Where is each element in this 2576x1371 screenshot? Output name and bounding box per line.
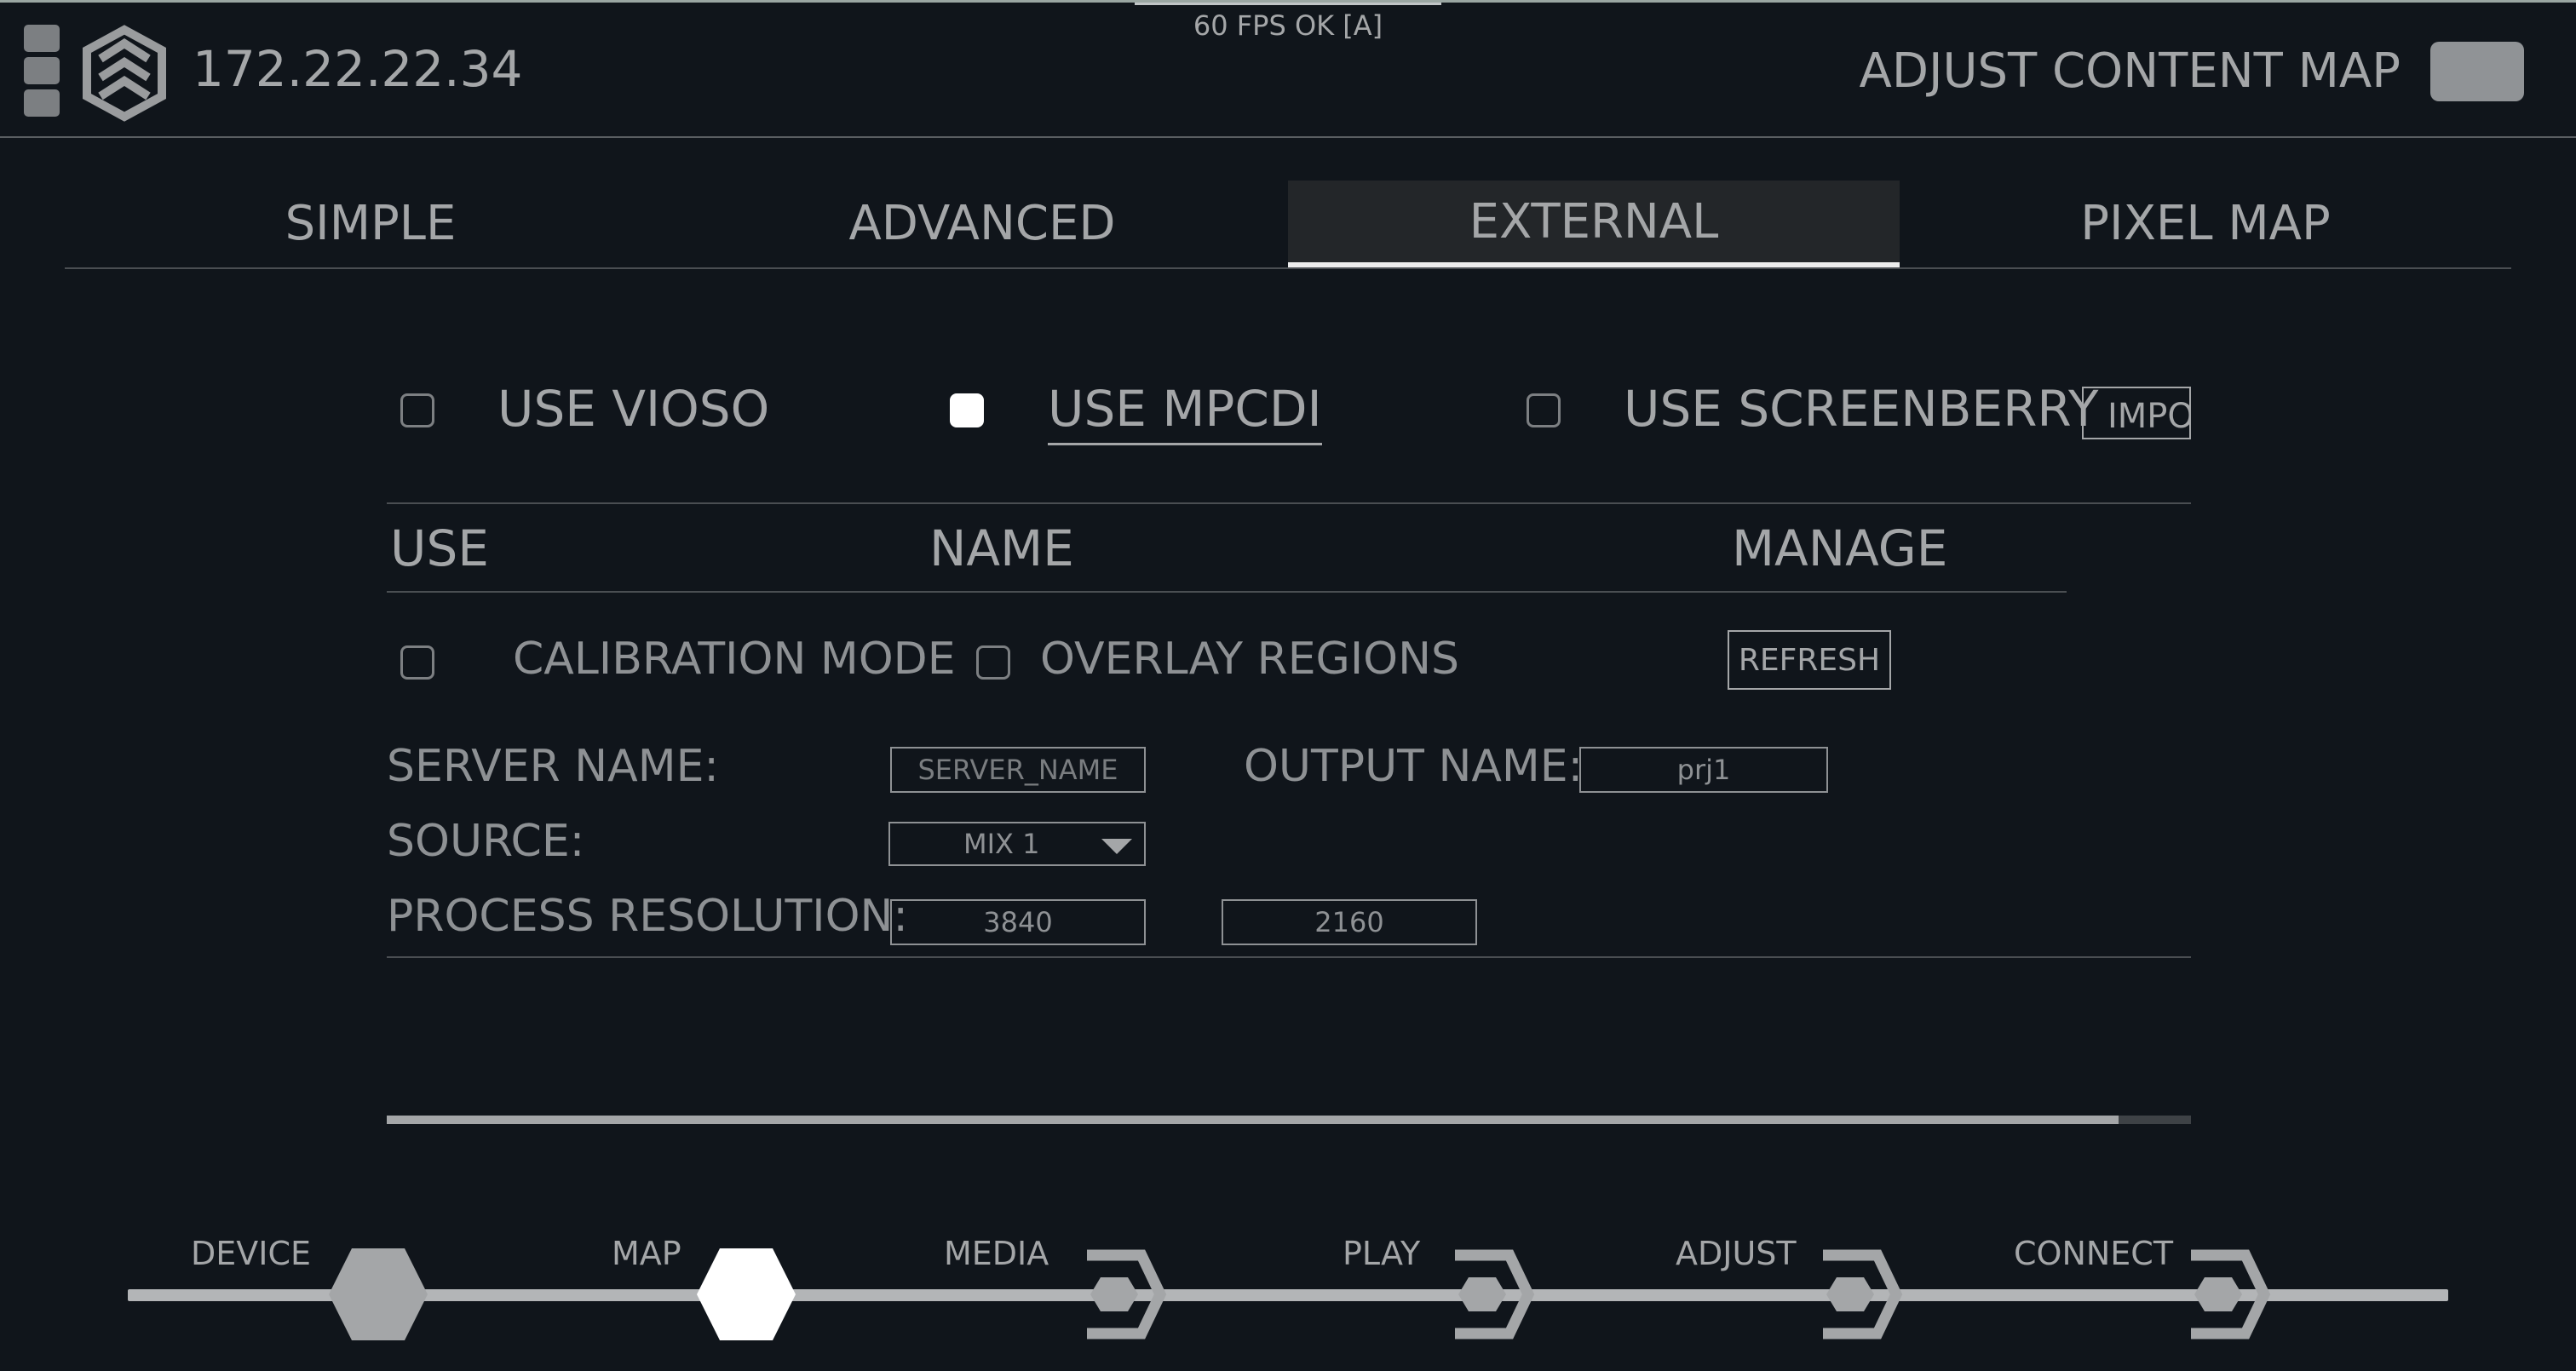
adjust-content-map-label: ADJUST CONTENT MAP bbox=[1859, 43, 2401, 99]
menu-icon[interactable] bbox=[24, 25, 60, 52]
workflow-label-media: MEDIA bbox=[944, 1235, 1049, 1272]
connect-hex-icon[interactable] bbox=[2167, 1245, 2273, 1344]
workflow-line bbox=[128, 1289, 2448, 1301]
output-name-label: OUTPUT NAME: bbox=[1244, 741, 1584, 792]
column-header-name: NAME bbox=[929, 519, 1074, 577]
map-hex-icon[interactable] bbox=[693, 1245, 799, 1344]
tab-advanced[interactable]: ADVANCED bbox=[676, 181, 1288, 266]
import-button[interactable]: IMPORT bbox=[2082, 387, 2191, 439]
logo-icon bbox=[83, 25, 166, 122]
media-hex-icon[interactable] bbox=[1063, 1245, 1169, 1344]
server-name-label: SERVER NAME: bbox=[387, 741, 719, 792]
overlay-regions-label: OVERLAY REGIONS bbox=[1040, 634, 1460, 685]
resolution-width-input[interactable]: 3840 bbox=[890, 899, 1146, 945]
progress-bar-fill bbox=[387, 1116, 2119, 1124]
use-screenberry-label: USE SCREENBERRY bbox=[1624, 380, 2099, 438]
column-header-use: USE bbox=[390, 519, 489, 577]
use-screenberry-checkbox[interactable] bbox=[1527, 393, 1561, 427]
adjust-hex-icon[interactable] bbox=[1799, 1245, 1905, 1344]
top-bar: 60 FPS OK [A] 172.22.22.34 ADJUST CONTEN… bbox=[0, 0, 2576, 138]
play-hex-icon[interactable] bbox=[1431, 1245, 1537, 1344]
source-label: SOURCE: bbox=[387, 816, 585, 867]
workflow-label-map: MAP bbox=[612, 1235, 681, 1272]
resolution-height-input[interactable]: 2160 bbox=[1222, 899, 1477, 945]
source-select[interactable]: MIX 1 bbox=[888, 822, 1146, 866]
workflow-label-play: PLAY bbox=[1343, 1235, 1421, 1272]
workflow-label-device: DEVICE bbox=[191, 1235, 312, 1272]
progress-bar bbox=[387, 1116, 2191, 1124]
menu-icon[interactable] bbox=[24, 89, 60, 117]
tab-simple[interactable]: SIMPLE bbox=[65, 181, 676, 266]
ip-address: 172.22.22.34 bbox=[193, 40, 523, 98]
tab-pixel-map[interactable]: PIXEL MAP bbox=[1900, 181, 2511, 266]
source-value: MIX 1 bbox=[963, 828, 1040, 860]
process-resolution-label: PROCESS RESOLUTION: bbox=[387, 891, 908, 942]
server-name-input[interactable]: SERVER_NAME bbox=[890, 747, 1146, 793]
column-header-manage: MANAGE bbox=[1732, 519, 1948, 577]
divider bbox=[387, 956, 2191, 958]
refresh-button[interactable]: REFRESH bbox=[1728, 630, 1891, 690]
output-name-input[interactable]: prj1 bbox=[1579, 747, 1828, 793]
output-name-value: prj1 bbox=[1676, 754, 1731, 786]
resolution-height-value: 2160 bbox=[1314, 906, 1384, 938]
use-vioso-checkbox[interactable] bbox=[400, 393, 434, 427]
divider bbox=[387, 502, 2191, 504]
workflow-label-connect: CONNECT bbox=[2014, 1235, 2174, 1272]
calibration-mode-label: CALIBRATION MODE bbox=[513, 634, 956, 685]
fps-tab-marker bbox=[1135, 3, 1441, 8]
use-vioso-label: USE VIOSO bbox=[497, 380, 770, 438]
tab-external[interactable]: EXTERNAL bbox=[1288, 181, 1900, 267]
adjust-content-map-toggle[interactable] bbox=[2430, 42, 2524, 101]
device-hex-icon[interactable] bbox=[325, 1245, 431, 1344]
fps-status: 60 FPS OK [A] bbox=[1193, 9, 1383, 42]
server-name-placeholder: SERVER_NAME bbox=[917, 754, 1118, 786]
tab-bar: SIMPLE ADVANCED EXTERNAL PIXEL MAP bbox=[65, 181, 2511, 269]
use-mpcdi-label[interactable]: USE MPCDI bbox=[1048, 380, 1322, 445]
table-header-divider bbox=[387, 591, 2067, 593]
menu-icon[interactable] bbox=[24, 57, 60, 84]
workflow-label-adjust: ADJUST bbox=[1676, 1235, 1797, 1272]
chevron-down-icon bbox=[1101, 839, 1132, 854]
resolution-width-value: 3840 bbox=[983, 906, 1053, 938]
use-mpcdi-checkbox[interactable] bbox=[950, 393, 984, 427]
calibration-mode-checkbox[interactable] bbox=[400, 645, 434, 680]
overlay-regions-checkbox[interactable] bbox=[976, 645, 1010, 680]
